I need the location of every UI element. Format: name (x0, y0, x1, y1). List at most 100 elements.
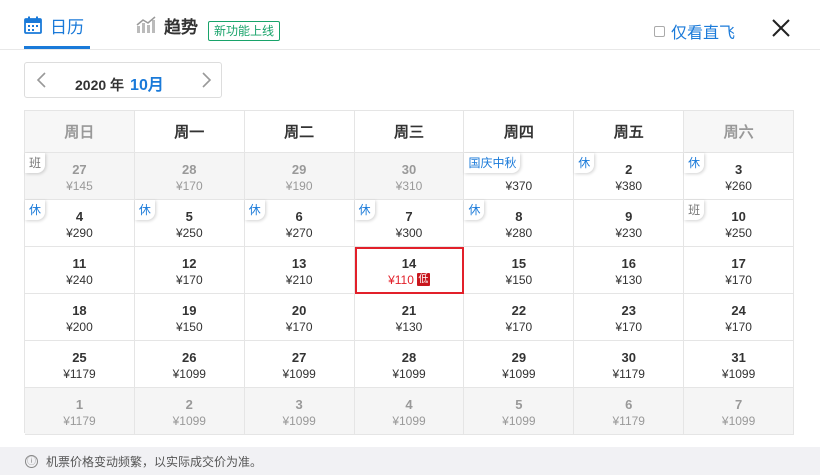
tab-trend[interactable]: 趋势 (136, 0, 198, 50)
day-cell[interactable]: 26 ¥1099 (134, 341, 245, 388)
weekday-label: 周三 (354, 111, 465, 153)
day-price: ¥240 (66, 273, 93, 287)
day-price: ¥130 (615, 273, 643, 287)
direct-only-label: 仅看直飞 (671, 25, 736, 42)
day-cell[interactable]: 班 10 ¥250 (684, 200, 795, 247)
direct-only-toggle[interactable]: 仅看直飞 (654, 19, 735, 43)
day-cell[interactable]: 班 27 ¥145 (25, 153, 135, 200)
day-price-line: ¥1179 (25, 367, 134, 381)
close-icon[interactable] (771, 18, 791, 38)
day-price-line: ¥1099 (464, 414, 573, 428)
day-price: ¥1179 (63, 367, 96, 381)
day-cell[interactable]: 2 ¥1099 (134, 388, 245, 435)
day-cell[interactable]: 7 ¥1099 (684, 388, 795, 435)
day-number: 29 (291, 162, 307, 177)
day-price-line: ¥290 (25, 226, 134, 240)
calendar-icon (24, 16, 42, 34)
day-price-line: ¥1099 (135, 414, 244, 428)
day-number: 21 (401, 303, 417, 318)
day-price: ¥1099 (392, 367, 426, 381)
day-cell[interactable]: 29 ¥190 (244, 153, 355, 200)
day-price-line: ¥240 (25, 273, 134, 287)
day-number: 10 (731, 209, 746, 224)
day-cell[interactable]: 23 ¥170 (574, 294, 685, 341)
day-number: 25 (72, 350, 87, 365)
day-cell[interactable]: 5 ¥1099 (464, 388, 575, 435)
day-cell[interactable]: 31 ¥1099 (684, 341, 795, 388)
day-price-line: ¥280 (464, 226, 573, 240)
day-cell[interactable]: 休 2 ¥380 (574, 153, 685, 200)
day-cell[interactable]: 28 ¥1099 (354, 341, 465, 388)
day-number: 6 (295, 209, 303, 224)
chevron-right-icon[interactable] (197, 71, 215, 89)
day-price: ¥110 (388, 273, 414, 287)
day-price-line: ¥260 (684, 179, 793, 193)
day-price: ¥1099 (721, 367, 756, 381)
day-number: 6 (625, 397, 633, 412)
day-price: ¥380 (615, 179, 643, 193)
day-number: 9 (625, 209, 633, 224)
day-cell[interactable]: 25 ¥1179 (25, 341, 135, 388)
day-cell[interactable]: 15 ¥150 (464, 247, 575, 294)
day-cell[interactable]: 17 ¥170 (684, 247, 795, 294)
day-cell[interactable]: 18 ¥200 (25, 294, 135, 341)
day-price-line: ¥170 (464, 320, 573, 334)
day-cell[interactable]: 28 ¥170 (134, 153, 245, 200)
day-cell[interactable]: 4 ¥1099 (354, 388, 465, 435)
day-price: ¥300 (395, 226, 423, 240)
day-price-line: ¥250 (135, 226, 244, 240)
day-price: ¥280 (505, 226, 533, 240)
weekday-label: 周一 (134, 111, 245, 153)
day-number: 11 (72, 256, 87, 271)
day-price-line: ¥1179 (574, 414, 683, 428)
day-cell[interactable]: 29 ¥1099 (464, 341, 575, 388)
day-cell[interactable]: 6 ¥1179 (574, 388, 685, 435)
day-cell[interactable]: 3 ¥1099 (244, 388, 355, 435)
day-cell[interactable]: 休 4 ¥290 (25, 200, 135, 247)
chevron-left-icon[interactable] (33, 71, 51, 89)
day-cell[interactable]: 12 ¥170 (134, 247, 245, 294)
day-cell[interactable]: 休 8 ¥280 (464, 200, 575, 247)
selected-day-cell[interactable]: 14 ¥110 低 (354, 247, 465, 294)
day-cell[interactable]: 16 ¥130 (574, 247, 685, 294)
day-price-line: ¥170 (245, 320, 354, 334)
day-number: 5 (515, 397, 523, 412)
tab-calendar[interactable]: 日历 (24, 0, 84, 50)
day-cell[interactable]: 休 5 ¥250 (134, 200, 245, 247)
day-price: ¥200 (66, 320, 93, 334)
day-cell[interactable]: 30 ¥310 (354, 153, 465, 200)
day-price: ¥230 (615, 226, 643, 240)
day-price-line: ¥1099 (684, 367, 793, 381)
day-price: ¥310 (395, 179, 423, 193)
day-price-line: ¥1099 (245, 367, 354, 381)
weekday-label: 周二 (244, 111, 355, 153)
header-bar: 日历 趋势 新功能上线 仅看直飞 (0, 0, 820, 50)
day-cell[interactable]: 27 ¥1099 (244, 341, 355, 388)
calendar-week-row: 18 ¥200 19 ¥150 20 ¥170 21 ¥130 22 ¥170 23 ¥170 24 ¥1… (25, 294, 795, 341)
day-cell[interactable]: 22 ¥170 (464, 294, 575, 341)
calendar-week-row: 25 ¥1179 26 ¥1099 27 ¥1099 28 ¥1099 29 ¥1099 30 ¥11… (25, 341, 795, 388)
day-price: ¥130 (395, 320, 423, 334)
day-cell[interactable]: 休 7 ¥300 (354, 200, 465, 247)
direct-only-checkbox[interactable] (654, 25, 665, 37)
day-cell[interactable]: 20 ¥170 (244, 294, 355, 341)
day-cell[interactable]: 21 ¥130 (354, 294, 465, 341)
day-cell[interactable]: 休 6 ¥270 (244, 200, 355, 247)
day-price-line: ¥170 (135, 273, 244, 287)
day-price: ¥1179 (612, 367, 645, 381)
day-cell[interactable]: 11 ¥240 (25, 247, 135, 294)
day-number: 2 (625, 162, 633, 177)
day-cell[interactable]: 19 ¥150 (134, 294, 245, 341)
day-cell[interactable]: 13 ¥210 (244, 247, 355, 294)
day-cell[interactable]: 24 ¥170 (684, 294, 795, 341)
day-cell[interactable]: 30 ¥1179 (574, 341, 685, 388)
day-cell[interactable]: 国庆中秋 ¥370 (464, 153, 575, 200)
day-price: ¥170 (725, 273, 752, 287)
day-price-line: ¥200 (25, 320, 134, 334)
info-icon: ⓘ (25, 454, 38, 468)
day-cell[interactable]: 1 ¥1179 (25, 388, 135, 435)
day-cell[interactable]: 休 3 ¥260 (684, 153, 795, 200)
day-cell[interactable]: 9 ¥230 (574, 200, 685, 247)
day-number: 22 (511, 303, 527, 318)
tab-trend-label: 趋势 (164, 17, 198, 37)
